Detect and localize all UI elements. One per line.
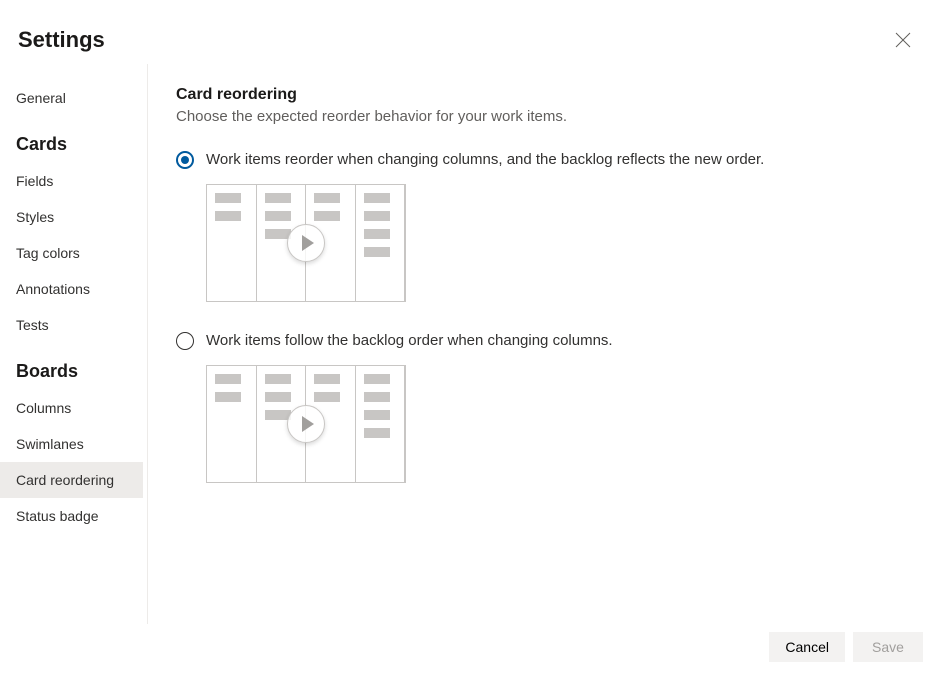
sidebar-item-status-badge[interactable]: Status badge [0, 498, 143, 534]
radio-option: Work items follow the backlog order when… [176, 330, 923, 351]
preview-card [364, 193, 390, 203]
sidebar-item-styles[interactable]: Styles [0, 199, 143, 235]
radio-group: Work items reorder when changing columns… [176, 149, 923, 483]
preview-card [364, 410, 390, 420]
preview-column [207, 366, 257, 482]
radio-button[interactable] [176, 151, 194, 169]
sidebar-section-header: Boards [0, 351, 143, 390]
dialog-title: Settings [18, 27, 105, 53]
sidebar-item-card-reordering[interactable]: Card reordering [0, 462, 143, 498]
preview-card [314, 374, 340, 384]
sidebar-item-general[interactable]: General [0, 80, 143, 116]
preview-column [356, 185, 406, 301]
section-description: Choose the expected reorder behavior for… [176, 108, 923, 125]
preview-card [364, 374, 390, 384]
sidebar-item-columns[interactable]: Columns [0, 390, 143, 426]
radio-dot-icon [181, 156, 189, 164]
preview-card [364, 392, 390, 402]
preview-column [356, 366, 406, 482]
preview-card [364, 229, 390, 239]
preview-card [215, 211, 241, 221]
sidebar-section-header: Cards [0, 124, 143, 163]
preview-card [215, 193, 241, 203]
reorder-preview [206, 365, 923, 483]
play-icon [302, 416, 314, 432]
preview-card [265, 374, 291, 384]
sidebar-item-tests[interactable]: Tests [0, 307, 143, 343]
close-button[interactable] [887, 24, 919, 56]
preview-card [314, 211, 340, 221]
preview-board [206, 365, 406, 483]
preview-card [314, 193, 340, 203]
play-icon [302, 235, 314, 251]
preview-board [206, 184, 406, 302]
preview-card [314, 392, 340, 402]
settings-content: Card reordering Choose the expected reor… [148, 64, 943, 624]
reorder-preview [206, 184, 923, 302]
sidebar-item-tag-colors[interactable]: Tag colors [0, 235, 143, 271]
radio-label[interactable]: Work items follow the backlog order when… [206, 330, 613, 351]
radio-button[interactable] [176, 332, 194, 350]
preview-card [265, 211, 291, 221]
preview-card [364, 247, 390, 257]
dialog-footer: Cancel Save [749, 616, 943, 678]
radio-label[interactable]: Work items reorder when changing columns… [206, 149, 764, 170]
preview-column [207, 185, 257, 301]
sidebar-item-fields[interactable]: Fields [0, 163, 143, 199]
save-button[interactable]: Save [853, 632, 923, 662]
preview-card [265, 392, 291, 402]
play-preview-button[interactable] [287, 224, 325, 262]
play-preview-button[interactable] [287, 405, 325, 443]
sidebar-item-annotations[interactable]: Annotations [0, 271, 143, 307]
preview-card [364, 428, 390, 438]
cancel-button[interactable]: Cancel [769, 632, 845, 662]
radio-option: Work items reorder when changing columns… [176, 149, 923, 170]
preview-card [265, 193, 291, 203]
preview-card [215, 374, 241, 384]
sidebar-item-swimlanes[interactable]: Swimlanes [0, 426, 143, 462]
dialog-body: General CardsFieldsStylesTag colorsAnnota… [0, 64, 943, 624]
section-heading: Card reordering [176, 86, 923, 104]
dialog-header: Settings [0, 0, 943, 64]
settings-sidebar: General CardsFieldsStylesTag colorsAnnota… [0, 64, 148, 624]
preview-card [364, 211, 390, 221]
preview-card [215, 392, 241, 402]
close-icon [895, 32, 911, 48]
